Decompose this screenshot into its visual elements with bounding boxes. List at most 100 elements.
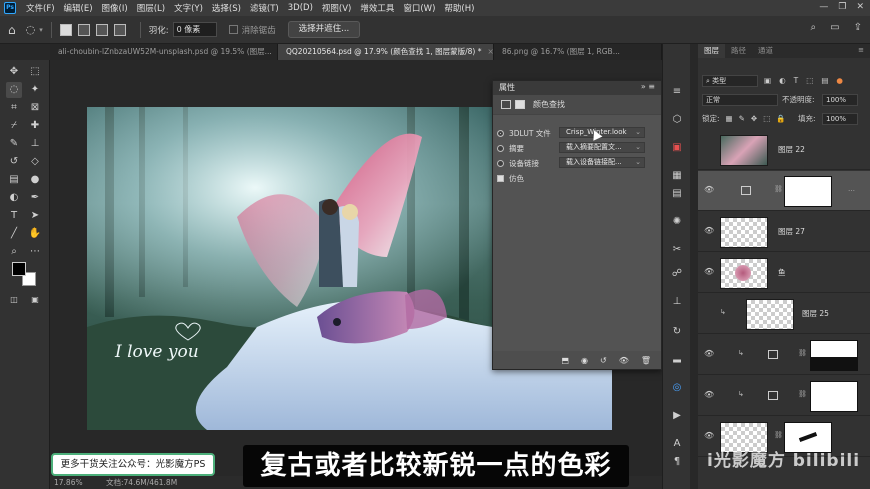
timeline-icon[interactable]: ↻ [669,324,685,340]
link-icon[interactable]: ⛓ [798,390,807,398]
select-and-mask-button[interactable]: 选择并遮住... [287,21,361,38]
tab-ali-choubin[interactable]: ali-choubin-lZnbzaUW52M-unsplash.psd @ 1… [50,44,278,60]
reset-icon[interactable]: ↺ [600,356,607,365]
paragraph-icon[interactable]: ¶ [669,454,685,470]
menu-filter[interactable]: 滤镜(T) [250,2,279,14]
menu-select[interactable]: 选择(S) [212,2,241,14]
lut-file-row[interactable]: 3DLUT 文件 [497,127,551,139]
lock-all-icon[interactable]: 🔒 [776,114,785,123]
hand-tool-icon[interactable]: ✋ [27,226,43,242]
fill-input[interactable]: 100% [822,113,858,125]
crop-tool-icon[interactable]: ⌗ [6,100,22,116]
zoom-readout[interactable]: 17.86% [54,476,83,489]
quick-mask-icon[interactable]: ◫ [6,292,22,308]
tab-paths[interactable]: 路径 [725,44,752,58]
history-icon[interactable]: ☍ [669,266,685,282]
layer-row[interactable]: 👁 鱼 [698,253,870,293]
layer-row[interactable]: 图层 22 [698,130,870,170]
pixel-filter-icon[interactable]: ▣ [764,76,771,85]
move-tool-icon[interactable]: ✥ [6,64,22,80]
patterns-icon[interactable]: ▤ [669,186,685,202]
swatches-icon[interactable]: ▦ [669,168,685,184]
layer-row[interactable]: ↳ 图层 25 [698,294,870,334]
radio-device-link[interactable] [497,159,504,167]
tab-channels[interactable]: 通道 [752,44,779,58]
close-icon[interactable]: × [487,47,493,56]
zoom-tool-icon[interactable]: ⌕ [6,244,22,260]
radio-3dlut[interactable] [497,129,504,137]
pen-tool-icon[interactable]: ✒ [27,190,43,206]
layer-name[interactable]: 鱼 [778,267,786,278]
gradient-tool-icon[interactable]: ▤ [6,172,22,188]
lock-image-icon[interactable]: ✎ [739,114,745,123]
layer-name[interactable]: 图层 27 [778,226,805,237]
layer-row[interactable]: 👁 ↳ ⛓ [698,376,870,416]
radio-abstract[interactable] [497,144,504,152]
adjustment-filter-icon[interactable]: ◐ [779,76,786,85]
marquee-tool-icon[interactable]: ⬚ [27,64,43,80]
menu-help[interactable]: 帮助(H) [444,2,474,14]
visibility-eye-icon[interactable]: 👁 [704,185,714,194]
eyedropper-icon[interactable]: ⌿ [6,118,22,134]
restore-icon[interactable]: ❐ [838,2,846,12]
menu-layer[interactable]: 图层(L) [137,2,165,14]
menu-window[interactable]: 窗口(W) [403,2,435,14]
navigator-icon[interactable]: ◎ [669,380,685,396]
lock-position-icon[interactable]: ✥ [751,114,757,123]
smart-filter-icon[interactable]: ▤ [821,76,828,85]
tool-presets-icon[interactable]: ✂ [669,242,685,258]
histogram-icon[interactable]: ▂ [669,350,685,366]
tool-preset-chevron-icon[interactable]: ▾ [39,26,43,34]
magic-wand-icon[interactable]: ✦ [27,82,43,98]
tab-layers[interactable]: 图层 [698,44,725,58]
layer-row[interactable]: 👁 图层 27 [698,212,870,252]
actions-icon[interactable]: ▶ [669,408,685,424]
lock-artboard-icon[interactable]: ⬚ [763,114,770,123]
brush-settings-icon[interactable]: ✺ [669,214,685,230]
brush-tool-icon[interactable]: ✎ [6,136,22,152]
frame-tool-icon[interactable]: ⊠ [27,100,43,116]
clone-source-icon[interactable]: ⊥ [669,294,685,310]
visibility-eye-icon[interactable]: 👁 [704,390,714,399]
layer-kind-filter[interactable]: ⌕ 类型 [702,75,758,87]
path-selection-icon[interactable]: ➤ [27,208,43,224]
layer-mask-thumbnail[interactable] [784,176,832,207]
opacity-input[interactable]: 100% [822,94,858,106]
search-icon[interactable]: ⌕ [811,22,817,33]
link-icon[interactable]: ⛓ [774,431,783,439]
visibility-eye-icon[interactable]: 👁 [704,349,714,358]
menu-image[interactable]: 图像(I) [102,2,128,14]
foreground-color-swatch[interactable] [12,262,26,276]
color-icon[interactable]: ▣ [669,140,685,156]
menu-plugins[interactable]: 增效工具 [360,2,394,14]
minimize-icon[interactable]: — [819,2,828,12]
tab-86-png[interactable]: 86.png @ 16.7% (图层 1, RGB... [494,44,662,60]
tab-qq20210564[interactable]: QQ20210564.psd @ 17.9% (颜色查找 1, 图层蒙版/8) … [278,44,494,60]
panel-menu-icon[interactable]: » ≡ [641,82,655,91]
layer-row-selected[interactable]: 👁 ⛓ … [698,171,870,211]
layer-mask-thumbnail[interactable] [810,381,858,412]
layer-mask-thumbnail[interactable] [810,340,858,371]
character-icon[interactable]: A [669,436,685,452]
menu-type[interactable]: 文字(Y) [174,2,203,14]
device-link-dropdown[interactable]: 载入设备链接配... ⌄ [559,157,645,168]
share-icon[interactable]: ⇪ [854,22,862,33]
subtract-selection-icon[interactable] [95,23,108,36]
link-icon[interactable]: ⛓ [798,349,807,357]
clone-stamp-icon[interactable]: ⊥ [27,136,43,152]
document-size[interactable]: 文档:74.6M/461.8M [106,476,177,489]
type-filter-icon[interactable]: T [794,76,799,85]
visibility-icon[interactable]: 👁 [619,356,629,365]
filter-toggle-icon[interactable]: ● [836,76,843,85]
lock-transparent-icon[interactable]: ▦ [726,114,733,123]
screen-mode-icon[interactable]: ▣ [27,292,43,308]
blend-mode-select[interactable]: 正常 [702,94,778,106]
device-link-row[interactable]: 设备链接 [497,157,539,169]
3d-icon[interactable]: ⬡ [669,112,685,128]
layer-name[interactable]: 图层 25 [802,308,829,319]
shape-filter-icon[interactable]: ⬚ [806,76,813,85]
blur-tool-icon[interactable]: ● [27,172,43,188]
layer-row[interactable]: 👁 ↳ ⛓ [698,335,870,375]
link-icon[interactable]: ⛓ [774,185,783,193]
dither-row[interactable]: 仿色 [497,172,524,184]
